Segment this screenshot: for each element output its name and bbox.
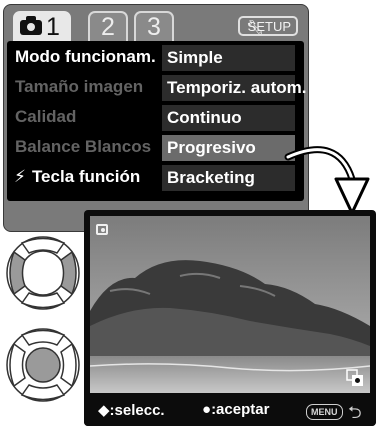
camera-mode-icon (96, 224, 108, 235)
tab-2[interactable]: 2 (88, 11, 128, 41)
menu-row-label: Modo funcionam. (15, 47, 156, 66)
menu-row-label: Tamaño imagen (15, 77, 144, 96)
accept-label: :aceptar (211, 401, 270, 418)
left-right-arrows-icon: ◆ (98, 402, 110, 419)
camera-menu-screen: 1 2 3 🔧︎ SETUP Modo funcionam. Simple Ta… (3, 4, 309, 232)
frame-mode-icon (346, 369, 363, 386)
flash-icon: ⚡ (14, 167, 26, 186)
tab-3[interactable]: 3 (134, 11, 174, 41)
accept-hint: ●:aceptar (202, 401, 269, 418)
tab-1-label: 1 (46, 13, 60, 41)
menu-row-label: Balance Blancos (15, 137, 152, 156)
menu-panel: Modo funcionam. Simple Tamaño imagen Tem… (7, 41, 306, 201)
wrench-icon: 🔧︎ (246, 19, 264, 35)
select-hint: ◆:selecc. (98, 401, 165, 419)
menu-row-white-balance[interactable]: Balance Blancos Progresivo (7, 133, 304, 163)
menu-row-function-key[interactable]: ⚡ Tecla función Bracketing (7, 163, 304, 193)
function-key-label: Tecla función (31, 167, 141, 186)
menu-row-image-size[interactable]: Tamaño imagen Temporiz. autom. (7, 73, 306, 103)
coastline-photo (90, 216, 370, 393)
option-self-timer[interactable]: Temporiz. autom. (162, 75, 306, 101)
menu-row-label: Calidad (15, 107, 77, 126)
tab-3-label: 3 (147, 13, 161, 41)
controller-center-button-icon[interactable] (0, 322, 86, 408)
playback-status-bar: ◆:selecc. ●:aceptar MENU ⮌ (84, 396, 376, 426)
controller-left-right-icon[interactable] (0, 230, 86, 316)
option-bracketing[interactable]: Bracketing (162, 165, 295, 191)
option-continuous[interactable]: Continuo (162, 105, 295, 131)
option-progressive[interactable]: Progresivo (162, 135, 295, 161)
menu-row-quality[interactable]: Calidad Continuo (7, 103, 304, 133)
back-icon: ⮌ (348, 403, 362, 422)
tab-2-label: 2 (101, 13, 115, 41)
tab-setup[interactable]: 🔧︎ SETUP (238, 16, 298, 36)
menu-button[interactable]: MENU (306, 404, 343, 420)
tab-1[interactable]: 1 (13, 11, 71, 41)
menu-row-label: ⚡ Tecla función (14, 167, 140, 187)
playback-screen: ◆:selecc. ●:aceptar MENU ⮌ (84, 210, 376, 426)
select-label: :selecc. (109, 402, 165, 419)
center-button-icon: ● (202, 401, 212, 418)
option-simple[interactable]: Simple (162, 45, 295, 71)
camera-icon (20, 16, 42, 35)
menu-row-drive-mode[interactable]: Modo funcionam. Simple (7, 43, 304, 73)
